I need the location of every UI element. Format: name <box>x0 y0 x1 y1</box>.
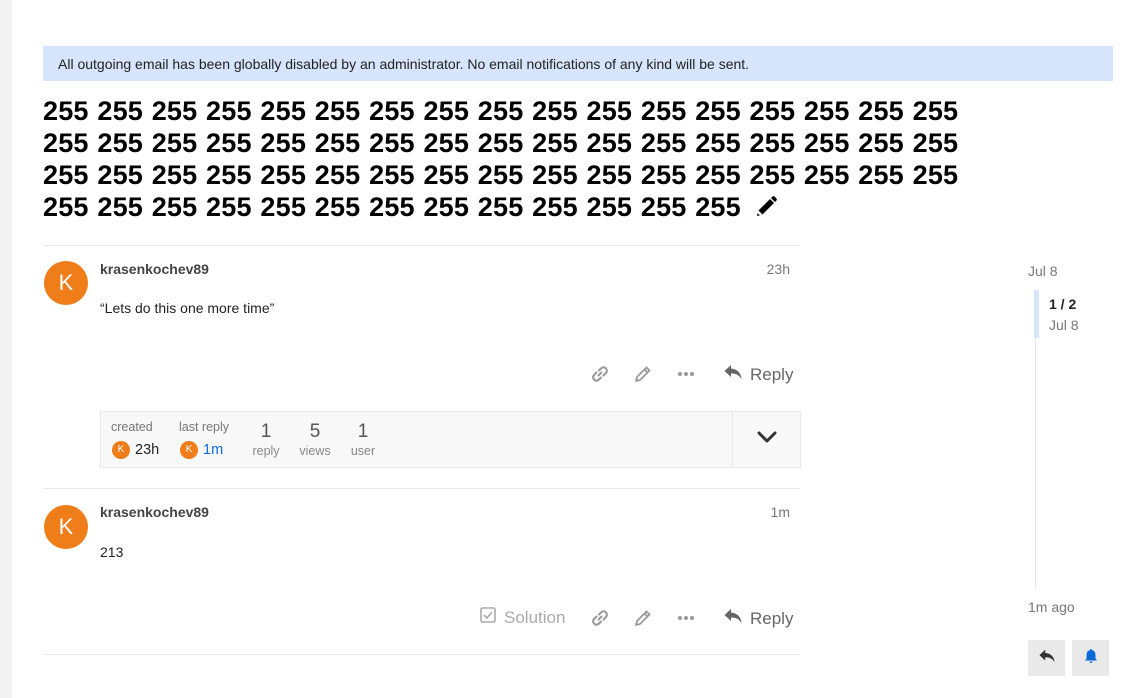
edit-icon[interactable] <box>631 606 655 630</box>
chevron-down-icon <box>757 430 777 449</box>
reply-icon <box>723 363 743 386</box>
reply-label: Reply <box>750 364 794 384</box>
timeline-start-date[interactable]: Jul 8 <box>1028 263 1058 279</box>
post-body: 213 <box>100 544 124 560</box>
post-divider <box>43 654 800 655</box>
global-notice-banner: All outgoing email has been globally dis… <box>43 46 1113 81</box>
timeline-end-date[interactable]: 1m ago <box>1028 599 1075 615</box>
users-count: 1 <box>357 421 369 442</box>
timeline-position: 1 / 2 <box>1049 296 1077 312</box>
checkbox-icon <box>480 607 496 628</box>
avatar-letter: K <box>185 444 193 455</box>
avatar[interactable]: K <box>44 505 88 549</box>
pencil-icon[interactable] <box>754 194 778 226</box>
views-label: views <box>299 444 331 458</box>
post-username[interactable]: krasenkochev89 <box>100 261 209 277</box>
last-reply-time[interactable]: 1m <box>203 442 223 458</box>
reply-to-topic-button[interactable] <box>1028 640 1065 676</box>
avatar-letter: K <box>58 514 74 539</box>
more-options-icon[interactable] <box>674 606 698 630</box>
post-username[interactable]: krasenkochev89 <box>100 504 209 520</box>
bell-icon <box>1084 648 1098 669</box>
topic-title-text: 255 255 255 255 255 255 255 255 255 255 … <box>43 96 959 222</box>
avatar[interactable]: K <box>180 441 198 459</box>
solution-label: Solution <box>504 607 566 627</box>
banner-text: All outgoing email has been globally dis… <box>58 56 750 72</box>
replies-label: reply <box>252 444 280 458</box>
avatar-letter: K <box>58 270 74 295</box>
post-divider <box>43 245 800 246</box>
edit-icon[interactable] <box>631 362 655 386</box>
post-divider <box>43 488 800 489</box>
post-date[interactable]: 23h <box>740 261 790 277</box>
topic-map: created K 23h last reply K 1m 1 reply 5 … <box>100 411 801 468</box>
reply-icon <box>723 607 743 630</box>
last-reply-label: last reply <box>179 420 230 434</box>
avatar[interactable]: K <box>44 261 88 305</box>
more-options-icon[interactable] <box>674 362 698 386</box>
timeline-handle[interactable] <box>1034 290 1039 338</box>
reply-label: Reply <box>750 608 794 628</box>
solution-button[interactable]: Solution <box>480 607 565 628</box>
post-date[interactable]: 1m <box>740 504 790 520</box>
avatar-letter: K <box>117 444 125 455</box>
views-count: 5 <box>309 421 321 442</box>
reply-button[interactable]: Reply <box>723 363 793 386</box>
users-label: user <box>350 444 376 458</box>
timeline-position-date: Jul 8 <box>1049 317 1079 333</box>
post-body: “Lets do this one more time” <box>100 300 275 316</box>
replies-count: 1 <box>260 421 272 442</box>
expand-topic-map-button[interactable] <box>732 412 800 467</box>
created-time[interactable]: 23h <box>135 442 159 458</box>
created-label: created <box>111 420 153 434</box>
left-gutter <box>0 0 12 698</box>
topic-title[interactable]: 255 255 255 255 255 255 255 255 255 255 … <box>43 95 968 226</box>
link-icon[interactable] <box>588 362 612 386</box>
reply-button[interactable]: Reply <box>723 607 793 630</box>
reply-icon <box>1038 648 1056 669</box>
link-icon[interactable] <box>588 606 612 630</box>
avatar[interactable]: K <box>112 441 130 459</box>
notifications-button[interactable] <box>1072 640 1109 676</box>
